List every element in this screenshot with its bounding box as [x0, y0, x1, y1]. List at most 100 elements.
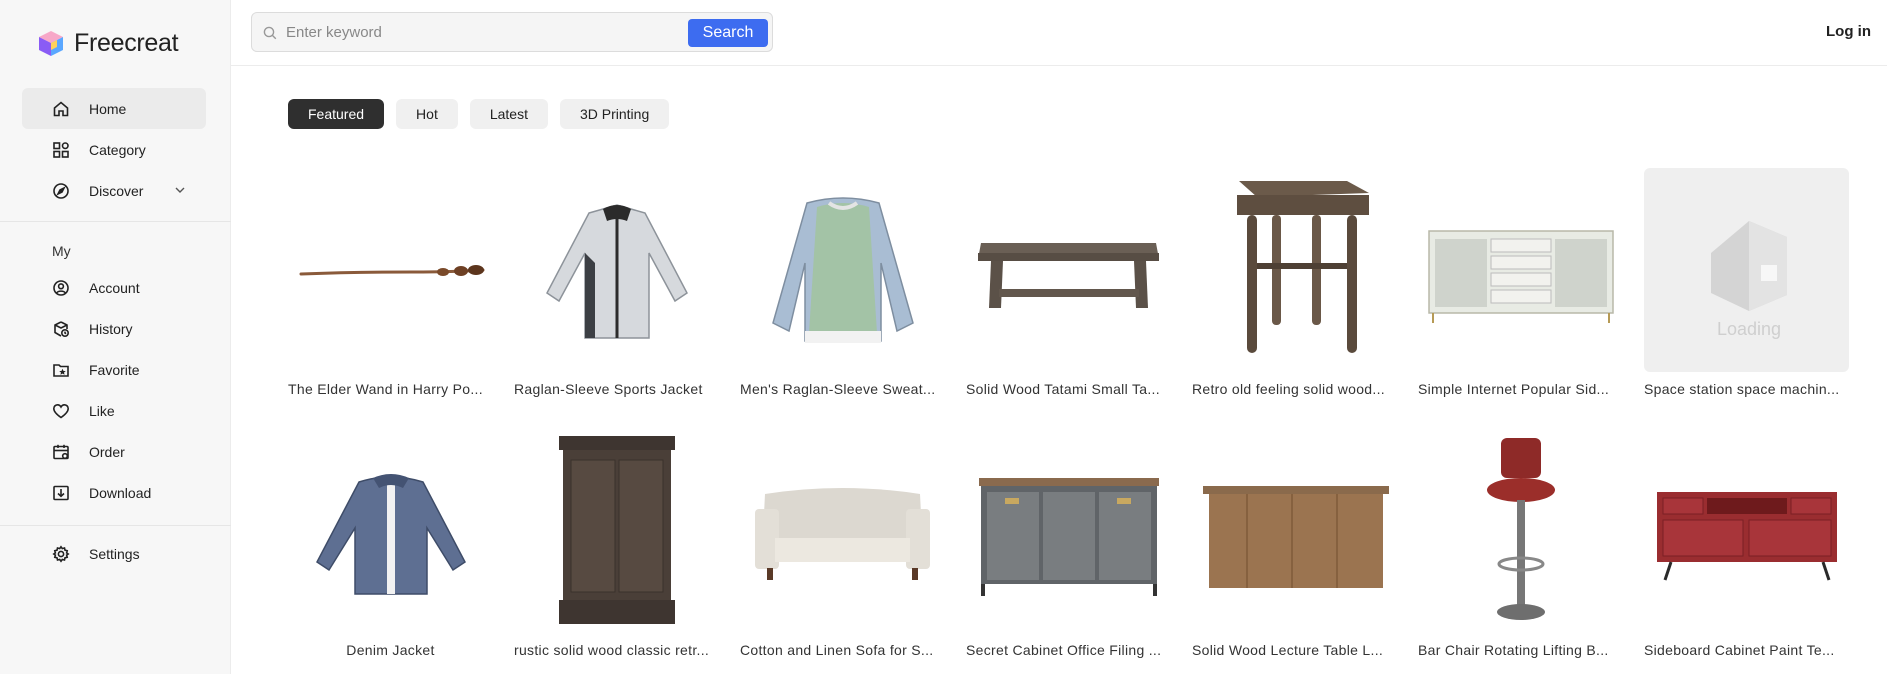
sidebar-item-history[interactable]: History — [22, 308, 206, 349]
home-icon — [52, 100, 70, 118]
model-card[interactable]: Cotton and Linen Sofa for S... — [740, 429, 945, 658]
model-title: Solid Wood Tatami Small Ta... — [966, 381, 1160, 397]
model-thumbnail — [740, 168, 945, 372]
model-card[interactable]: Sideboard Cabinet Paint Te... — [1644, 429, 1849, 658]
model-title: Space station space machin... — [1644, 381, 1840, 397]
model-title: Solid Wood Lecture Table L... — [1192, 642, 1384, 658]
search-button[interactable]: Search — [688, 19, 768, 47]
search-input[interactable] — [286, 21, 626, 43]
model-title: Retro old feeling solid wood... — [1192, 381, 1385, 397]
model-thumbnail — [514, 168, 719, 372]
bottom-nav: Settings — [22, 533, 206, 574]
logo[interactable]: Freecreat — [36, 28, 179, 58]
sidebar-item-home[interactable]: Home — [22, 88, 206, 129]
tab-3d-printing[interactable]: 3D Printing — [559, 99, 670, 129]
sidebar: Freecreat Home Category Discover My Acco… — [0, 0, 231, 674]
model-card[interactable]: Bar Chair Rotating Lifting B... — [1418, 429, 1623, 658]
chevron-down-icon[interactable] — [174, 184, 186, 196]
wardrobe-image — [559, 435, 675, 624]
sidebar-item-label: Settings — [89, 545, 140, 562]
model-card[interactable]: Denim Jacket — [288, 429, 493, 658]
filter-tabs: Featured Hot Latest 3D Printing — [288, 99, 670, 129]
sidebar-item-label: Home — [89, 100, 127, 117]
model-thumbnail — [966, 168, 1171, 372]
model-title: Men's Raglan-Sleeve Sweat... — [740, 381, 936, 397]
section-label-my: My — [52, 243, 71, 259]
sideboard-white-image — [1428, 229, 1614, 323]
loading-label: Loading — [1717, 319, 1781, 339]
model-title: rustic solid wood classic retr... — [514, 642, 710, 658]
sidebar-item-label: Account — [89, 279, 140, 296]
model-title: Denim Jacket — [346, 642, 435, 658]
model-title: Secret Cabinet Office Filing ... — [966, 642, 1162, 658]
compass-icon — [52, 182, 70, 200]
model-title: Cotton and Linen Sofa for S... — [740, 642, 934, 658]
model-title: Bar Chair Rotating Lifting B... — [1418, 642, 1609, 658]
folder-star-icon — [52, 361, 70, 379]
red-sideboard-image — [1657, 491, 1837, 580]
lecture-table-image — [1203, 485, 1389, 588]
sidebar-item-label: Discover — [89, 182, 144, 199]
sidebar-item-account[interactable]: Account — [22, 267, 206, 308]
model-title: Simple Internet Popular Sid... — [1418, 381, 1610, 397]
sidebar-item-category[interactable]: Category — [22, 129, 206, 170]
account-icon — [52, 279, 70, 297]
jacket-image — [546, 203, 688, 339]
model-card[interactable]: Loading Space station space machin... — [1644, 168, 1849, 397]
model-title: Raglan-Sleeve Sports Jacket — [514, 381, 703, 397]
denim-jacket-image — [316, 473, 466, 595]
model-card[interactable]: Raglan-Sleeve Sports Jacket — [514, 168, 719, 397]
sidebar-item-label: History — [89, 320, 133, 337]
tatami-table-image — [978, 242, 1159, 308]
sidebar-divider — [0, 221, 231, 222]
model-card[interactable]: rustic solid wood classic retr... — [514, 429, 719, 658]
model-thumbnail — [1192, 429, 1397, 633]
model-thumbnail — [1418, 429, 1623, 633]
tab-latest[interactable]: Latest — [469, 99, 548, 129]
model-thumbnail — [1192, 168, 1397, 372]
freecreat-logo-icon — [39, 31, 63, 56]
model-thumbnail-loading: Loading — [1644, 168, 1849, 372]
sidebar-item-label: Order — [89, 443, 125, 460]
model-thumbnail — [514, 429, 719, 633]
login-link[interactable]: Log in — [1826, 23, 1871, 40]
gear-icon — [52, 544, 70, 563]
model-card[interactable]: Men's Raglan-Sleeve Sweat... — [740, 168, 945, 397]
search-icon — [263, 26, 277, 40]
sidebar-item-order[interactable]: Order — [22, 431, 206, 472]
filing-cabinet-image — [979, 477, 1159, 596]
download-icon — [52, 484, 70, 502]
sidebar-item-like[interactable]: Like — [22, 390, 206, 431]
model-thumbnail — [1418, 168, 1623, 372]
search-bar: Search — [251, 12, 773, 52]
sidebar-item-download[interactable]: Download — [22, 472, 206, 513]
sidebar-item-favorite[interactable]: Favorite — [22, 349, 206, 390]
model-card[interactable]: Retro old feeling solid wood... — [1192, 168, 1397, 397]
sweatshirt-image — [772, 196, 914, 343]
side-table-image — [1237, 180, 1369, 353]
model-card[interactable]: Solid Wood Tatami Small Ta... — [966, 168, 1171, 397]
sofa-image — [755, 487, 930, 580]
model-card[interactable]: Secret Cabinet Office Filing ... — [966, 429, 1171, 658]
my-nav: Account History Favorite Like Order Down… — [22, 267, 206, 513]
model-card[interactable]: Simple Internet Popular Sid... — [1418, 168, 1623, 397]
loading-placeholder-icon: Loading — [1711, 220, 1787, 339]
sidebar-item-settings[interactable]: Settings — [22, 533, 206, 574]
tab-hot[interactable]: Hot — [396, 99, 458, 129]
sidebar-item-label: Download — [89, 484, 152, 501]
model-title: Sideboard Cabinet Paint Te... — [1644, 642, 1835, 658]
model-thumbnail — [966, 429, 1171, 633]
model-card[interactable]: The Elder Wand in Harry Po... — [288, 168, 493, 397]
category-icon — [52, 141, 70, 159]
model-thumbnail — [288, 168, 493, 372]
model-title: The Elder Wand in Harry Po... — [288, 381, 483, 397]
tab-featured[interactable]: Featured — [288, 99, 385, 129]
app-name: Freecreat — [74, 28, 179, 57]
sidebar-item-label: Category — [89, 141, 146, 158]
calendar-icon — [52, 443, 70, 461]
bar-chair-image — [1487, 437, 1555, 620]
sidebar-item-discover[interactable]: Discover — [22, 170, 206, 211]
sidebar-divider — [0, 525, 231, 526]
sidebar-item-label: Favorite — [89, 361, 140, 378]
model-card[interactable]: Solid Wood Lecture Table L... — [1192, 429, 1397, 658]
